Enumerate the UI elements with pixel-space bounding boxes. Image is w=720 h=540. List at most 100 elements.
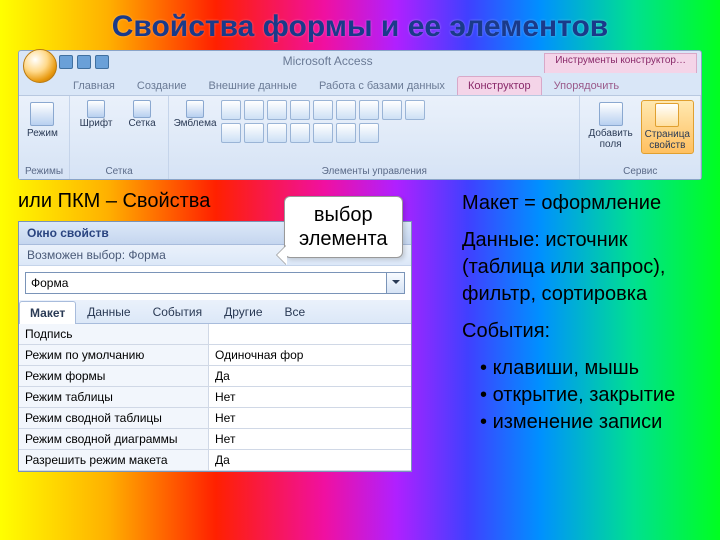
access-window: Microsoft Access Инструменты конструктор…: [18, 50, 702, 180]
prop-value[interactable]: Нет: [209, 387, 411, 407]
ribbon-tabs: Главная Создание Внешние данные Работа с…: [19, 73, 701, 95]
logo-button[interactable]: Эмблема: [175, 100, 215, 129]
tab-home[interactable]: Главная: [63, 77, 125, 95]
app-name: Microsoft Access: [115, 51, 540, 73]
combo-dropdown-button[interactable]: [387, 272, 405, 294]
control-item[interactable]: [221, 100, 241, 120]
undo-icon[interactable]: [77, 55, 91, 69]
tab-dbtools[interactable]: Работа с базами данных: [309, 77, 455, 95]
propsheet-tab-layout[interactable]: Макет: [19, 301, 76, 324]
tab-arrange[interactable]: Упорядочить: [544, 77, 629, 95]
control-item[interactable]: [290, 100, 310, 120]
view-icon: [30, 102, 54, 126]
save-icon[interactable]: [59, 55, 73, 69]
property-sheet-icon: [655, 103, 679, 127]
tab-external[interactable]: Внешние данные: [199, 77, 307, 95]
prop-row: Подпись: [19, 324, 411, 345]
prop-row: Разрешить режим макетаДа: [19, 450, 411, 471]
prop-key: Режим сводной диаграммы: [19, 429, 209, 449]
slide-title: Свойства формы и ее элементов: [0, 0, 720, 50]
add-fields-icon: [599, 102, 623, 126]
prop-value[interactable]: Одиночная фор: [209, 345, 411, 365]
prop-row: Режим сводной таблицыНет: [19, 408, 411, 429]
mode-button[interactable]: Режим: [25, 100, 60, 141]
prop-row: Режим по умолчаниюОдиночная фор: [19, 345, 411, 366]
prop-key: Подпись: [19, 324, 209, 344]
font-icon: [87, 100, 105, 118]
note-event-item: открытие, закрытие: [480, 382, 702, 409]
add-fields-label: Добавить поля: [588, 128, 632, 150]
control-item[interactable]: [359, 100, 379, 120]
control-gallery: [221, 100, 431, 143]
note-event-item: клавиши, мышь: [480, 355, 702, 382]
propsheet-tabs: Макет Данные События Другие Все: [19, 300, 411, 324]
note-layout: Макет = оформление: [462, 190, 702, 217]
callout-line2: элемента: [299, 227, 388, 251]
prop-value[interactable]: Да: [209, 366, 411, 386]
prop-key: Режим сводной таблицы: [19, 408, 209, 428]
property-sheet-label: Страница свойств: [645, 129, 690, 151]
prop-value[interactable]: [209, 324, 411, 344]
element-combo-input[interactable]: [25, 272, 387, 294]
logo-label: Эмблема: [174, 118, 217, 129]
control-item[interactable]: [336, 100, 356, 120]
propsheet-tab-events[interactable]: События: [142, 300, 214, 323]
control-item[interactable]: [244, 100, 264, 120]
property-sheet-window: Окно свойств Возможен выбор: Форма Макет…: [18, 221, 412, 472]
add-fields-button[interactable]: Добавить поля: [586, 100, 634, 152]
callout-bubble: выбор элемента: [284, 196, 403, 258]
group-controls: Эмблема Элементы управления: [169, 96, 580, 179]
font-button[interactable]: Шрифт: [76, 100, 116, 129]
grid-button[interactable]: Сетка: [122, 100, 162, 129]
titlebar: Microsoft Access Инструменты конструктор…: [19, 51, 701, 73]
propsheet-tab-data[interactable]: Данные: [76, 300, 141, 323]
prop-row: Режим таблицыНет: [19, 387, 411, 408]
group-modes-label: Режимы: [25, 164, 63, 177]
group-modes: Режим Режимы: [19, 96, 70, 179]
callout-line1: выбор: [299, 203, 388, 227]
prop-row: Режим сводной диаграммыНет: [19, 429, 411, 450]
propsheet-tab-other[interactable]: Другие: [213, 300, 273, 323]
prop-value[interactable]: Нет: [209, 429, 411, 449]
control-item[interactable]: [267, 123, 287, 143]
propsheet-tab-all[interactable]: Все: [274, 300, 317, 323]
tab-design[interactable]: Конструктор: [457, 76, 542, 95]
control-item[interactable]: [244, 123, 264, 143]
control-item[interactable]: [382, 100, 402, 120]
grid-icon: [133, 100, 151, 118]
group-controls-label: Элементы управления: [175, 164, 573, 177]
quick-access-toolbar: [53, 51, 115, 73]
control-item[interactable]: [313, 123, 333, 143]
control-item[interactable]: [267, 100, 287, 120]
group-grid-label: Сетка: [76, 164, 162, 177]
grid-label: Сетка: [128, 118, 155, 129]
element-selector: [19, 266, 411, 300]
property-sheet-button[interactable]: Страница свойств: [641, 100, 694, 154]
explanation-notes: Макет = оформление Данные: источник (таб…: [422, 188, 702, 472]
control-item[interactable]: [221, 123, 241, 143]
mode-label: Режим: [27, 128, 58, 139]
control-item[interactable]: [313, 100, 333, 120]
tab-create[interactable]: Создание: [127, 77, 197, 95]
note-data: Данные: источник (таблица или запрос), ф…: [462, 227, 702, 308]
group-font: Шрифт Сетка Сетка: [70, 96, 169, 179]
control-item[interactable]: [405, 100, 425, 120]
prop-key: Режим по умолчанию: [19, 345, 209, 365]
prop-value[interactable]: Нет: [209, 408, 411, 428]
prop-key: Режим таблицы: [19, 387, 209, 407]
chevron-down-icon: [392, 280, 400, 288]
note-event-item: изменение записи: [480, 409, 702, 436]
group-service: Добавить поля Страница свойств Сервис: [580, 96, 701, 179]
propsheet-grid: Подпись Режим по умолчаниюОдиночная фор …: [19, 324, 411, 471]
control-item[interactable]: [290, 123, 310, 143]
redo-icon[interactable]: [95, 55, 109, 69]
font-label: Шрифт: [80, 118, 113, 129]
prop-value[interactable]: Да: [209, 450, 411, 470]
contextual-group-label: Инструменты конструктор…: [544, 53, 697, 73]
ribbon-body: Режим Режимы Шрифт Сетка Сетка Эмблема Э…: [19, 95, 701, 179]
control-item[interactable]: [336, 123, 356, 143]
control-item[interactable]: [359, 123, 379, 143]
prop-key: Режим формы: [19, 366, 209, 386]
contextual-tab-group: Инструменты конструктор…: [540, 51, 701, 73]
office-button[interactable]: [23, 49, 57, 83]
